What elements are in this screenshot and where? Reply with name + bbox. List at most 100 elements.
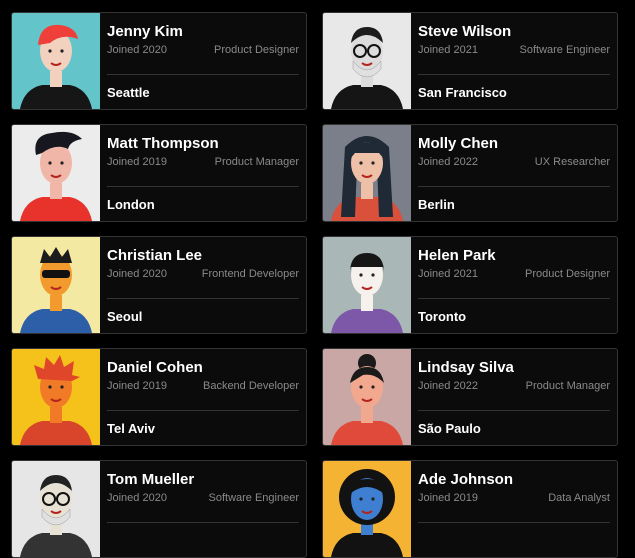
joined-year: Joined 2019 xyxy=(107,156,167,168)
profile-name: Lindsay Silva xyxy=(418,359,514,376)
avatar-neck xyxy=(361,295,373,311)
avatar-neck xyxy=(361,407,373,423)
job-title: Software Engineer xyxy=(519,44,611,56)
avatar-eye xyxy=(371,161,375,165)
avatar-illustration xyxy=(323,237,411,333)
avatar-eye xyxy=(371,385,375,389)
avatar-eye xyxy=(48,49,52,53)
profile-card[interactable]: Christian Lee Joined 2020 Frontend Develop… xyxy=(11,236,307,334)
profile-card[interactable]: Lindsay Silva Joined 2022 Product Manager S… xyxy=(322,348,618,446)
joined-year: Joined 2020 xyxy=(107,44,167,56)
profile-city: Seoul xyxy=(107,309,143,324)
profile-card[interactable]: Matt Thompson Joined 2019 Product Manager L… xyxy=(11,124,307,222)
avatar-illustration xyxy=(12,125,100,221)
profile-name: Christian Lee xyxy=(107,247,203,264)
profile-city: São Paulo xyxy=(418,421,481,436)
card-divider xyxy=(418,298,610,299)
profile-info: Helen Park Joined 2021 Product Designer Tor… xyxy=(418,237,610,333)
avatar-illustration xyxy=(12,13,100,109)
avatar-eye xyxy=(60,49,64,53)
avatar-eye xyxy=(371,273,375,277)
profile-card[interactable]: Tom Mueller Joined 2020 Software Engineer xyxy=(11,460,307,558)
card-divider xyxy=(418,186,610,187)
profile-city: Tel Aviv xyxy=(107,421,155,436)
profile-card[interactable]: Jenny Kim Joined 2020 Product Designer Seat… xyxy=(11,12,307,110)
joined-year: Joined 2020 xyxy=(107,268,167,280)
avatar-neck xyxy=(361,183,373,199)
profile-card[interactable]: Ade Johnson Joined 2019 Data Analyst xyxy=(322,460,618,558)
card-divider xyxy=(418,410,610,411)
job-title: Software Engineer xyxy=(208,492,300,504)
team-grid: Jenny Kim Joined 2020 Product Designer Seat… xyxy=(0,0,635,558)
profile-info: Tom Mueller Joined 2020 Software Engineer xyxy=(107,461,299,557)
avatar xyxy=(12,125,100,221)
job-title: Product Manager xyxy=(525,380,610,392)
profile-name: Matt Thompson xyxy=(107,135,219,152)
profile-card[interactable]: Molly Chen Joined 2022 UX Researcher Berlin xyxy=(322,124,618,222)
avatar xyxy=(323,13,411,109)
job-title: Frontend Developer xyxy=(201,268,299,280)
profile-info: Jenny Kim Joined 2020 Product Designer Seat… xyxy=(107,13,299,109)
profile-info: Daniel Cohen Joined 2019 Backend Developer… xyxy=(107,349,299,445)
profile-card[interactable]: Daniel Cohen Joined 2019 Backend Developer… xyxy=(11,348,307,446)
joined-year: Joined 2022 xyxy=(418,380,478,392)
job-title: Backend Developer xyxy=(202,380,299,392)
avatar xyxy=(12,461,100,557)
avatar-eye xyxy=(60,161,64,165)
card-divider xyxy=(418,74,610,75)
avatar xyxy=(323,349,411,445)
profile-name: Steve Wilson xyxy=(418,23,512,40)
avatar-illustration xyxy=(12,461,100,557)
avatar-eye xyxy=(48,161,52,165)
avatar-neck xyxy=(50,407,62,423)
avatar xyxy=(12,237,100,333)
card-divider xyxy=(107,74,299,75)
profile-city: Berlin xyxy=(418,197,455,212)
avatar xyxy=(323,125,411,221)
avatar xyxy=(12,349,100,445)
avatar xyxy=(12,13,100,109)
profile-info: Ade Johnson Joined 2019 Data Analyst xyxy=(418,461,610,557)
joined-year: Joined 2019 xyxy=(418,492,478,504)
profile-info: Christian Lee Joined 2020 Frontend Develop… xyxy=(107,237,299,333)
avatar-eye xyxy=(371,497,375,501)
joined-year: Joined 2022 xyxy=(418,156,478,168)
profile-city: San Francisco xyxy=(418,85,507,100)
card-divider xyxy=(107,186,299,187)
avatar-eye xyxy=(359,161,363,165)
joined-year: Joined 2021 xyxy=(418,44,478,56)
joined-year: Joined 2020 xyxy=(107,492,167,504)
job-title: Data Analyst xyxy=(548,492,610,504)
profile-info: Molly Chen Joined 2022 UX Researcher Berlin xyxy=(418,125,610,221)
profile-info: Steve Wilson Joined 2021 Software Engineer… xyxy=(418,13,610,109)
card-divider xyxy=(418,522,610,523)
avatar-illustration xyxy=(323,461,411,557)
profile-city: Toronto xyxy=(418,309,467,324)
card-divider xyxy=(107,410,299,411)
card-divider xyxy=(107,298,299,299)
profile-name: Molly Chen xyxy=(418,135,499,152)
profile-name: Daniel Cohen xyxy=(107,359,203,376)
avatar-eye xyxy=(48,385,52,389)
avatar-eye xyxy=(359,385,363,389)
avatar xyxy=(323,461,411,557)
job-title: Product Designer xyxy=(525,268,610,280)
job-title: UX Researcher xyxy=(534,156,610,168)
avatar-illustration xyxy=(323,13,411,109)
job-title: Product Manager xyxy=(214,156,299,168)
profile-name: Tom Mueller xyxy=(107,471,195,488)
profile-name: Jenny Kim xyxy=(107,23,183,40)
avatar-eye xyxy=(359,497,363,501)
profile-card[interactable]: Helen Park Joined 2021 Product Designer Tor… xyxy=(322,236,618,334)
avatar-eye xyxy=(60,385,64,389)
profile-card[interactable]: Steve Wilson Joined 2021 Software Engineer… xyxy=(322,12,618,110)
profile-name: Helen Park xyxy=(418,247,496,264)
avatar-sunglasses xyxy=(42,270,70,278)
card-divider xyxy=(107,522,299,523)
profile-name: Ade Johnson xyxy=(418,471,514,488)
avatar-eye xyxy=(359,273,363,277)
profile-info: Matt Thompson Joined 2019 Product Manager L… xyxy=(107,125,299,221)
avatar xyxy=(323,237,411,333)
profile-info: Lindsay Silva Joined 2022 Product Manager S… xyxy=(418,349,610,445)
joined-year: Joined 2019 xyxy=(107,380,167,392)
